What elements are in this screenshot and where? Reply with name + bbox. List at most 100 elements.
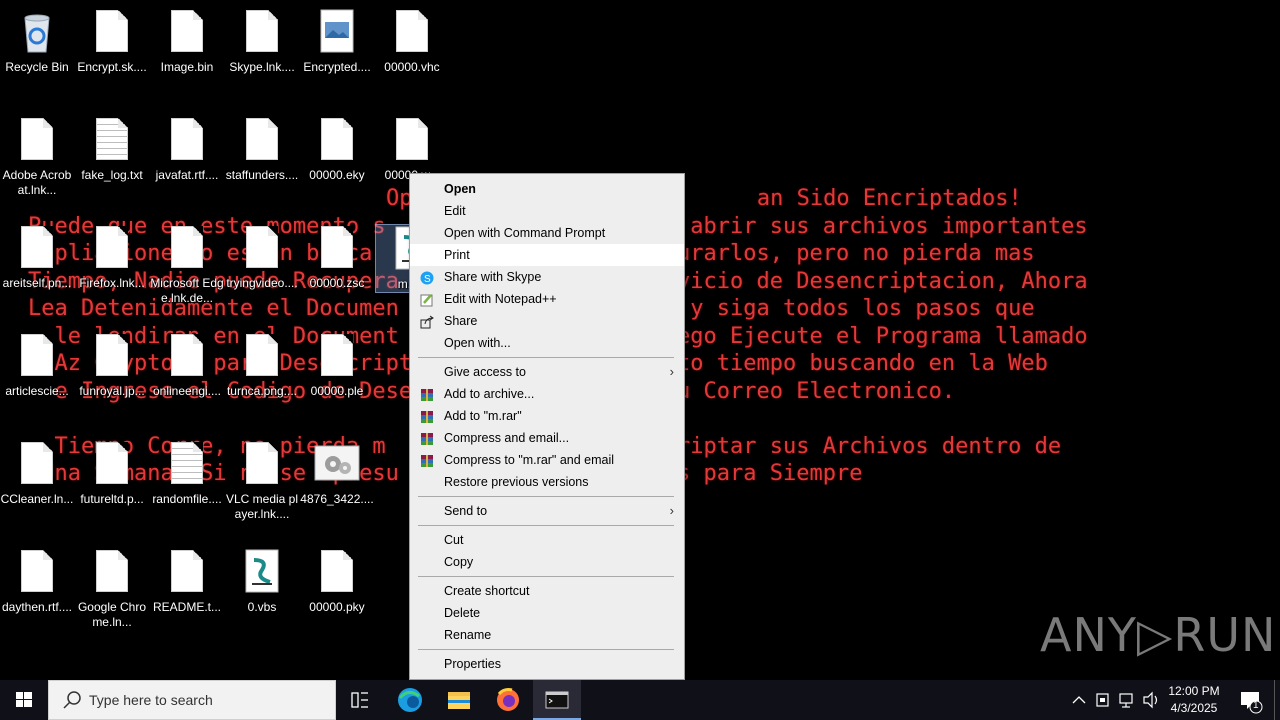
tray-overflow-button[interactable]: [1068, 680, 1090, 720]
desktop-icon-label: tryingvideo....: [226, 276, 298, 290]
menu-separator: [418, 496, 674, 497]
file-icon: [163, 8, 211, 56]
desktop-icon[interactable]: randomfile....: [150, 440, 224, 507]
terminal-taskbar-button[interactable]: [533, 680, 581, 720]
menu-item-share[interactable]: Share: [410, 310, 684, 332]
notification-icon: [1241, 692, 1263, 714]
desktop-icon[interactable]: Encrypt.sk....: [75, 8, 149, 75]
menu-item-send-to[interactable]: Send to ›: [410, 500, 684, 522]
desktop-icon[interactable]: 00000.pky: [300, 548, 374, 615]
desktop-icon[interactable]: fake_log.txt: [75, 116, 149, 183]
file-explorer-taskbar-button[interactable]: [435, 680, 483, 720]
desktop-icon-label: fake_log.txt: [81, 168, 143, 182]
menu-item-create-shortcut[interactable]: Create shortcut: [410, 580, 684, 602]
winrar-icon: [420, 453, 434, 467]
task-view-button[interactable]: [336, 680, 384, 720]
desktop-icon[interactable]: daythen.rtf....: [0, 548, 74, 615]
chevron-up-icon: [1072, 696, 1086, 704]
desktop-icon-label: Microsoft Edge.lnk.de...: [150, 276, 224, 305]
menu-item-give-access-to[interactable]: Give access to ›: [410, 361, 684, 383]
desktop-icon-label: onlineengi....: [152, 384, 222, 398]
desktop-icon[interactable]: Microsoft Edge.lnk.de...: [150, 224, 224, 306]
device-icon: [1096, 693, 1109, 707]
action-center-button[interactable]: 1: [1232, 680, 1268, 720]
anyrun-watermark: ANY▷RUN: [1040, 608, 1277, 662]
menu-item-print[interactable]: Print: [410, 244, 684, 266]
desktop-icon[interactable]: turnca.png....: [225, 332, 299, 399]
tray-volume-button[interactable]: [1140, 680, 1162, 720]
file-icon: [238, 440, 286, 488]
menu-item-share-with-skype[interactable]: S Share with Skype: [410, 266, 684, 288]
edge-taskbar-button[interactable]: [386, 680, 434, 720]
desktop-icon-label: CCleaner.ln...: [0, 492, 74, 506]
desktop-icon[interactable]: Google Chrome.ln...: [75, 548, 149, 630]
desktop-icon[interactable]: README.t...: [150, 548, 224, 615]
desktop-icon-label: 00000.vhc: [384, 60, 440, 74]
start-button[interactable]: [0, 680, 48, 720]
desktop-icon[interactable]: tryingvideo....: [225, 224, 299, 291]
desktop-icon[interactable]: 00000.vhc: [375, 8, 449, 75]
desktop-icon-label: areitself.pn...: [2, 276, 72, 290]
menu-item-copy[interactable]: Copy: [410, 551, 684, 573]
file-icon: [88, 8, 136, 56]
desktop-icon[interactable]: 4876_3422....: [300, 440, 374, 507]
menu-item-compress-and-email[interactable]: Compress and email...: [410, 427, 684, 449]
network-icon: [1119, 693, 1133, 708]
desktop-icon[interactable]: Encrypted....: [300, 8, 374, 75]
desktop-icon[interactable]: articlescie...: [0, 332, 74, 399]
menu-item-properties[interactable]: Properties: [410, 653, 684, 675]
desktop-icon-label: funroyal.jp...: [79, 384, 145, 398]
desktop-icon[interactable]: onlineengi....: [150, 332, 224, 399]
menu-item-restore-previous-versions[interactable]: Restore previous versions: [410, 471, 684, 493]
desktop-icon[interactable]: staffunders....: [225, 116, 299, 183]
menu-item-add-to-archive[interactable]: Add to archive...: [410, 383, 684, 405]
menu-item-label: Create shortcut: [444, 584, 530, 598]
desktop-icon[interactable]: Image.bin: [150, 8, 224, 75]
firefox-taskbar-button[interactable]: [484, 680, 532, 720]
context-menu: Open Edit Open with Command Prompt Print S Sh…: [409, 173, 685, 680]
search-placeholder: Type here to search: [89, 692, 213, 708]
desktop-icon[interactable]: Recycle Bin: [0, 8, 74, 75]
file-icon: [313, 224, 361, 272]
menu-item-label: Properties: [444, 657, 501, 671]
desktop-icon[interactable]: 00000.ple: [300, 332, 374, 399]
desktop-icon[interactable]: javafat.rtf....: [150, 116, 224, 183]
desktop-icon-label: daythen.rtf....: [1, 600, 73, 614]
desktop-icon[interactable]: CCleaner.ln...: [0, 440, 74, 507]
file-icon: [88, 440, 136, 488]
desktop-icon[interactable]: Skype.lnk....: [225, 8, 299, 75]
svg-text:S: S: [424, 274, 431, 285]
file-icon: [163, 116, 211, 164]
desktop-icon[interactable]: 00000.eky: [300, 116, 374, 183]
show-desktop-button[interactable]: [1274, 680, 1275, 720]
desktop-icon[interactable]: funroyal.jp...: [75, 332, 149, 399]
tray-network-button[interactable]: [1116, 680, 1138, 720]
menu-item-compress-to-m-rar-and-email[interactable]: Compress to "m.rar" and email: [410, 449, 684, 471]
menu-item-add-to-m-rar[interactable]: Add to "m.rar": [410, 405, 684, 427]
desktop-icon[interactable]: VLC media player.lnk....: [225, 440, 299, 522]
menu-item-label: Rename: [444, 628, 492, 642]
menu-item-edit-with-notepad[interactable]: Edit with Notepad++: [410, 288, 684, 310]
taskbar: Type here to search 12:00 PM 4/3/2025 1: [0, 680, 1280, 720]
menu-item-edit[interactable]: Edit: [410, 200, 684, 222]
desktop-icon-label: 4876_3422....: [300, 492, 374, 506]
share-icon: [420, 314, 434, 329]
desktop-icon[interactable]: areitself.pn...: [0, 224, 74, 291]
desktop-icon[interactable]: Adobe Acrobat.lnk...: [0, 116, 74, 198]
menu-item-cut[interactable]: Cut: [410, 529, 684, 551]
desktop-icon[interactable]: Firefox.lnk...: [75, 224, 149, 291]
menu-item-open-with[interactable]: Open with...: [410, 332, 684, 354]
menu-item-delete[interactable]: Delete: [410, 602, 684, 624]
menu-item-open[interactable]: Open: [410, 178, 684, 200]
desktop-icon[interactable]: futureltd.p...: [75, 440, 149, 507]
chevron-right-icon: ›: [669, 503, 674, 518]
desktop-icon[interactable]: 0.vbs: [225, 548, 299, 615]
menu-item-rename[interactable]: Rename: [410, 624, 684, 646]
desktop-icon-label: 00000.ple: [310, 384, 364, 398]
tray-device-button[interactable]: [1092, 680, 1114, 720]
taskbar-search-box[interactable]: Type here to search: [48, 680, 336, 720]
desktop-icon[interactable]: 00000.zsc: [300, 224, 374, 291]
menu-item-open-with-command-prompt[interactable]: Open with Command Prompt: [410, 222, 684, 244]
edge-icon: [398, 688, 422, 712]
clock[interactable]: 12:00 PM 4/3/2025: [1166, 680, 1222, 720]
